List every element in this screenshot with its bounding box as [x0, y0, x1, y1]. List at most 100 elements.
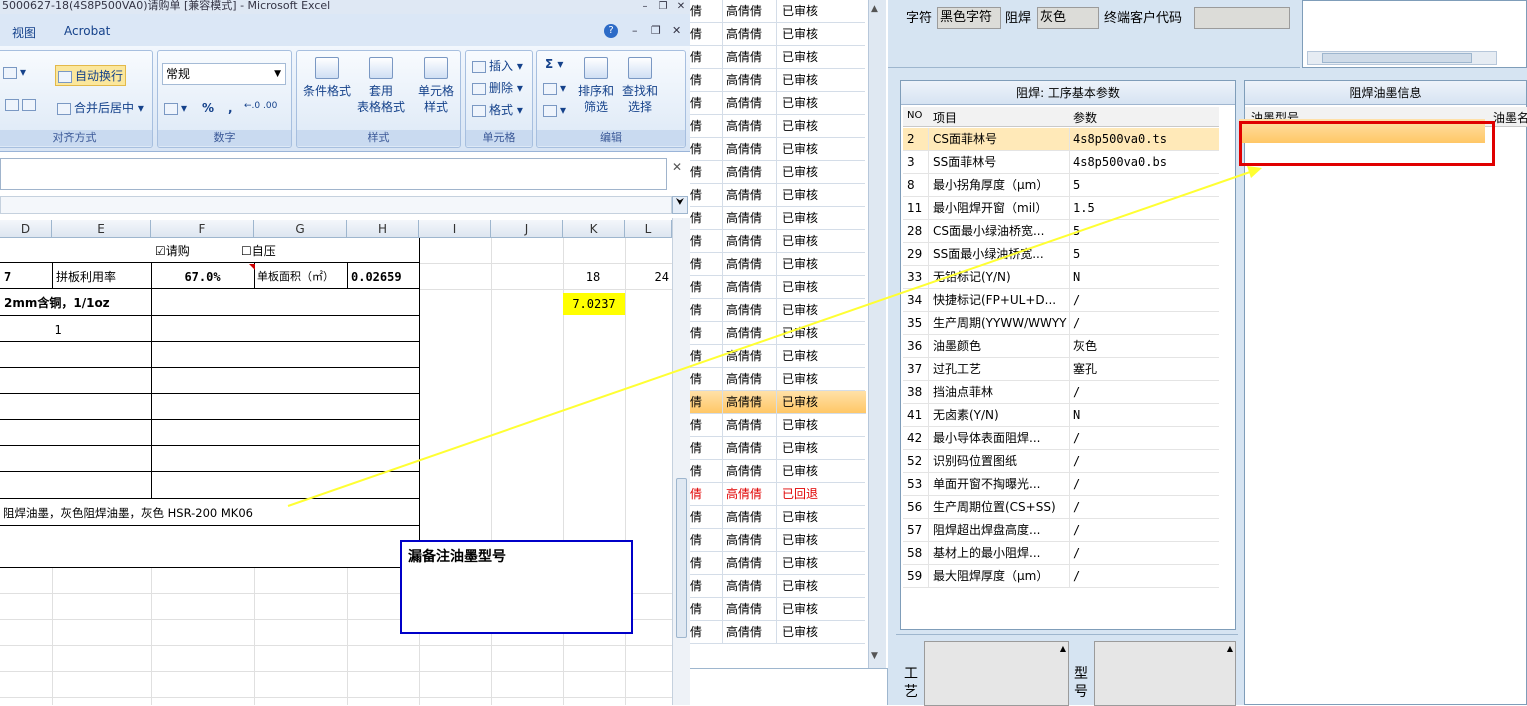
- merge-center-button[interactable]: 合并后居中 ▾: [57, 99, 144, 116]
- table-row[interactable]: 33 无铅标记(Y/N) N: [903, 266, 1219, 289]
- list-item[interactable]: 倩 高倩倩 已审核: [690, 621, 865, 644]
- formula-bar-close-icon[interactable]: ✕: [672, 160, 682, 174]
- table-row[interactable]: 36 油墨颜色 灰色: [903, 335, 1219, 358]
- scroll-down-icon[interactable]: ▼: [871, 651, 878, 661]
- table-row[interactable]: 8 最小拐角厚度（μm） 5: [903, 174, 1219, 197]
- self-press-checkbox[interactable]: ☐自压: [241, 240, 276, 262]
- list-item[interactable]: 倩 高倩倩 已审核: [690, 115, 865, 138]
- ribbon-restore-button[interactable]: ❐: [651, 24, 661, 37]
- table-row[interactable]: 58 基材上的最小阻焊... /: [903, 542, 1219, 565]
- decimal-buttons[interactable]: ←.0 .00: [244, 101, 277, 111]
- formula-bar[interactable]: [0, 158, 667, 190]
- approval-list[interactable]: 倩 高倩倩 已审核倩 高倩倩 已审核倩 高倩倩 已审核倩 高倩倩 已审核倩 高倩…: [690, 0, 888, 668]
- list-item[interactable]: 倩 高倩倩 已审核: [690, 69, 865, 92]
- indent-buttons[interactable]: [5, 97, 39, 111]
- purchase-checkbox[interactable]: ☑请购: [155, 240, 190, 262]
- list-item[interactable]: 倩 高倩倩 已审核: [690, 598, 865, 621]
- ribbon-minimize-button[interactable]: –: [632, 24, 638, 37]
- find-select-button[interactable]: 查找和 选择: [615, 57, 665, 115]
- list-item[interactable]: 倩 高倩倩 已审核: [690, 23, 865, 46]
- list-item[interactable]: 倩 高倩倩 已审核: [690, 552, 865, 575]
- comma-button[interactable]: ,: [228, 101, 233, 115]
- number-format-select[interactable]: 常规 ▼: [162, 63, 286, 85]
- scrollbar-thumb[interactable]: [1322, 53, 1472, 63]
- format-cells-button[interactable]: 格式 ▾: [472, 101, 523, 118]
- cell-e-qty[interactable]: 1: [52, 319, 64, 341]
- clear-button[interactable]: ▾: [543, 103, 566, 117]
- cell-f[interactable]: 67.0%: [151, 266, 254, 288]
- table-row[interactable]: 41 无卤素(Y/N) N: [903, 404, 1219, 427]
- table-row[interactable]: 57 阻焊超出焊盘高度... /: [903, 519, 1219, 542]
- percent-button[interactable]: %: [202, 101, 214, 115]
- model-textarea[interactable]: ▲: [1094, 641, 1236, 706]
- table-row[interactable]: 37 过孔工艺 塞孔: [903, 358, 1219, 381]
- help-icon[interactable]: ?: [604, 24, 618, 38]
- column-header[interactable]: E: [52, 220, 151, 238]
- list-item[interactable]: 倩 高倩倩 已审核: [690, 437, 865, 460]
- cell-g[interactable]: 单板面积（㎡）: [257, 266, 334, 288]
- scroll-up-icon[interactable]: ▲: [1227, 644, 1233, 653]
- delete-cells-button[interactable]: 删除 ▾: [472, 79, 523, 96]
- list-item[interactable]: 倩 高倩倩 已审核: [690, 253, 865, 276]
- table-row[interactable]: 28 CS面最小绿油桥宽... 5: [903, 220, 1219, 243]
- list-scrollbar[interactable]: ▲ ▼: [868, 0, 886, 668]
- list-item[interactable]: 倩 高倩倩 已审核: [690, 414, 865, 437]
- list-item[interactable]: 倩 高倩倩 已审核: [690, 391, 866, 414]
- list-item[interactable]: 倩 高倩倩 已审核: [690, 368, 865, 391]
- table-row[interactable]: 56 生产周期位置(CS+SS) /: [903, 496, 1219, 519]
- ink-description-cell[interactable]: 阻焊油墨，灰色阻焊油墨，灰色 HSR-200 MK06: [3, 502, 253, 524]
- scroll-up-icon[interactable]: ▲: [871, 4, 878, 14]
- column-header[interactable]: L: [625, 220, 672, 238]
- table-row[interactable]: 52 识别码位置图纸 /: [903, 450, 1219, 473]
- restore-button[interactable]: ❐: [654, 0, 672, 13]
- column-header[interactable]: D: [0, 220, 52, 238]
- list-item[interactable]: 倩 高倩倩 已审核: [690, 184, 865, 207]
- cell-h[interactable]: 0.02659: [351, 266, 402, 288]
- fill-button[interactable]: ▾: [543, 81, 566, 95]
- table-row[interactable]: 38 挡油点菲林 /: [903, 381, 1219, 404]
- list-item[interactable]: 倩 高倩倩 已审核: [690, 230, 865, 253]
- table-row[interactable]: 59 最大阻焊厚度（μm） /: [903, 565, 1219, 588]
- column-header[interactable]: F: [151, 220, 254, 238]
- list-item[interactable]: 倩 高倩倩 已回退: [690, 483, 865, 506]
- list-item[interactable]: 倩 高倩倩 已审核: [690, 529, 865, 552]
- column-header[interactable]: H: [347, 220, 419, 238]
- cell-style-button[interactable]: 单元格 样式: [411, 57, 461, 115]
- tab-view[interactable]: 视图: [12, 24, 36, 41]
- list-item[interactable]: 倩 高倩倩 已审核: [690, 46, 865, 69]
- char-field[interactable]: 黑色字符: [937, 7, 1001, 29]
- minimize-button[interactable]: –: [636, 0, 654, 13]
- autosum-button[interactable]: Σ ▾: [545, 57, 563, 71]
- list-item[interactable]: 倩 高倩倩 已审核: [690, 506, 865, 529]
- cell-k[interactable]: 18: [563, 266, 623, 288]
- list-item[interactable]: 倩 高倩倩 已审核: [690, 322, 865, 345]
- accounting-format-button[interactable]: ▾: [164, 101, 187, 115]
- list-item[interactable]: 倩 高倩倩 已审核: [690, 161, 865, 184]
- table-row[interactable]: 2 CS面菲林号 4s8p500va0.ts: [903, 128, 1219, 151]
- list-item[interactable]: 倩 高倩倩 已审核: [690, 299, 865, 322]
- expand-formula-icon[interactable]: ⮟: [672, 196, 688, 214]
- worksheet-grid[interactable]: ☑请购 ☐自压 7 拼板利用率 67.0% 单板面积（㎡） 0.02659 18…: [0, 238, 672, 705]
- cell-d[interactable]: 7: [4, 266, 11, 288]
- note-textbox[interactable]: 漏备注油墨型号: [400, 540, 633, 634]
- table-format-button[interactable]: 套用 表格格式: [353, 57, 409, 115]
- table-row[interactable]: 29 SS面最小绿油桥宽... 5: [903, 243, 1219, 266]
- sort-filter-button[interactable]: 排序和 筛选: [571, 57, 621, 115]
- table-row[interactable]: 11 最小阻焊开窗（mil） 1.5: [903, 197, 1219, 220]
- tab-acrobat[interactable]: Acrobat: [64, 24, 110, 38]
- table-row[interactable]: 53 单面开窗不掏曝光... /: [903, 473, 1219, 496]
- list-item[interactable]: 倩 高倩倩 已审核: [690, 0, 865, 23]
- ribbon-close-button[interactable]: ✕: [672, 24, 681, 37]
- cell-l[interactable]: 24: [625, 266, 669, 288]
- scrollbar-thumb[interactable]: [676, 478, 687, 638]
- customer-code-field[interactable]: [1194, 7, 1290, 29]
- column-header[interactable]: I: [419, 220, 491, 238]
- vertical-scrollbar[interactable]: [672, 218, 690, 705]
- column-header[interactable]: K: [563, 220, 625, 238]
- cell-d-copper[interactable]: 2mm含铜，1/1oz: [4, 292, 110, 314]
- list-item[interactable]: 倩 高倩倩 已审核: [690, 138, 865, 161]
- table-row[interactable]: 35 生产周期(YYWW/WWYY) /: [903, 312, 1219, 335]
- table-row[interactable]: 34 快捷标记(FP+UL+D... /: [903, 289, 1219, 312]
- horizontal-scrollbar[interactable]: [1307, 51, 1497, 65]
- conditional-format-button[interactable]: 条件格式: [301, 57, 353, 99]
